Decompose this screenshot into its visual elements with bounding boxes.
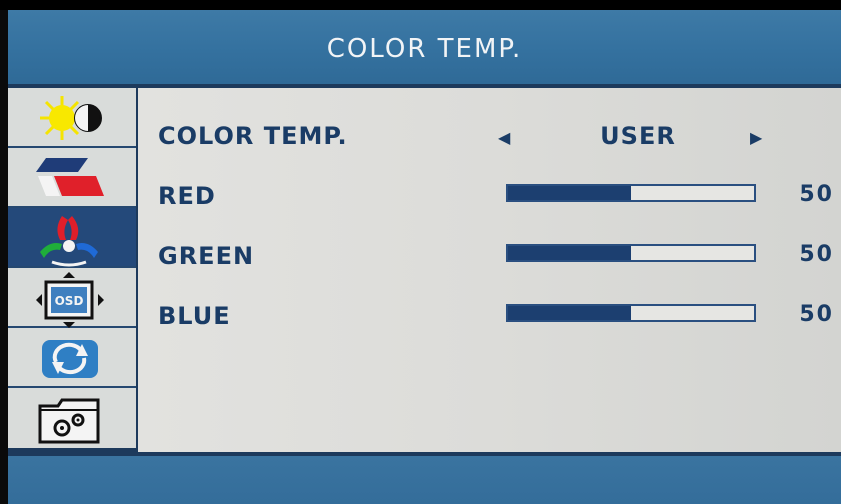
footer-bar [8,456,841,504]
sidebar-item-reset[interactable] [8,328,136,388]
blue-value: 50 [799,302,834,327]
green-slider[interactable] [506,244,756,262]
screen-bezel-top [0,0,841,10]
arrow-right-icon[interactable]: ▶ [750,128,762,147]
settings-panel: COLOR TEMP. ◀ USER ▶ RED 50 GREEN 50 BLU… [138,88,841,452]
sidebar-item-brightness[interactable] [8,88,136,148]
osd-menu: COLOR TEMP. OSD COLOR TEMP. ◀ USER ▶ RED… [8,10,841,504]
page-title: COLOR TEMP. [326,34,523,64]
red-slider-fill [508,186,631,200]
green-label: GREEN [158,242,255,270]
sidebar-item-settings[interactable] [8,388,136,448]
blue-slider[interactable] [506,304,756,322]
red-slider[interactable] [506,184,756,202]
red-label: RED [158,182,216,210]
sidebar: OSD [8,88,136,452]
sidebar-item-osd[interactable]: OSD [8,268,136,328]
green-slider-fill [508,246,631,260]
red-value: 50 [799,182,834,207]
blue-label: BLUE [158,302,231,330]
sidebar-item-color-temp[interactable] [8,208,136,268]
arrow-left-icon[interactable]: ◀ [498,128,510,147]
settings-folder-icon [38,398,100,444]
color-temp-icon [40,216,98,267]
image-settings-icon [36,158,104,196]
green-value: 50 [799,242,834,267]
blue-slider-fill [508,306,631,320]
title-bar: COLOR TEMP. [8,10,841,84]
brightness-contrast-icon [40,96,102,140]
osd-position-icon: OSD [36,272,104,328]
color-temp-label: COLOR TEMP. [158,122,348,150]
svg-text:OSD: OSD [55,294,84,308]
reset-icon [42,340,98,378]
sidebar-item-image[interactable] [8,148,136,208]
monitor-screen: COLOR TEMP. OSD COLOR TEMP. ◀ USER ▶ RED… [0,0,841,504]
color-temp-value[interactable]: USER [578,122,698,150]
